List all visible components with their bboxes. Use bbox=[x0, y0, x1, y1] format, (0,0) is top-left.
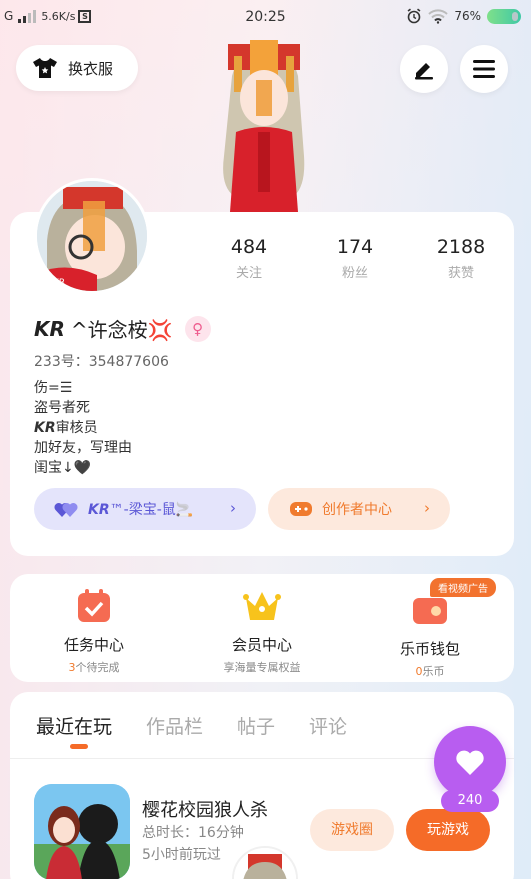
edit-profile-button[interactable] bbox=[400, 45, 448, 93]
game-thumbnail[interactable] bbox=[34, 784, 130, 879]
user-id[interactable]: 233号：354877606 bbox=[34, 351, 169, 371]
battery-icon bbox=[487, 8, 521, 24]
bio-line-5: 闺宝↓🖤 bbox=[34, 460, 92, 476]
crown-icon bbox=[243, 592, 281, 620]
services-card: 任务中心 3个待完成 会员中心 享海量专属权益 看视频广告 乐币钱包 0乐币 bbox=[10, 574, 514, 682]
team-prefix: KR bbox=[88, 502, 110, 518]
creator-center-label: 创作者中心 bbox=[322, 502, 392, 518]
task-center-entry[interactable]: 任务中心 3个待完成 bbox=[10, 574, 178, 682]
game-last-played: 5小时前玩过 bbox=[142, 847, 221, 863]
bio-line-3-prefix: KR bbox=[34, 420, 56, 436]
vip-center-entry[interactable]: 会员中心 享海量专属权益 bbox=[178, 574, 346, 682]
bio-line-1: 伤=☰ bbox=[34, 380, 73, 396]
bio-line-2: 盗号者死 bbox=[34, 400, 90, 416]
stat-likes-value: 2188 bbox=[436, 236, 486, 258]
stat-likes[interactable]: 2188 获赞 bbox=[408, 236, 514, 281]
female-gender-icon: ♀ bbox=[184, 315, 211, 342]
creator-center-button[interactable]: 创作者中心 › bbox=[268, 488, 450, 530]
wallet-sub: 乐币 bbox=[422, 665, 445, 678]
game-circle-button[interactable]: 游戏圈 bbox=[310, 809, 394, 851]
wallet-entry[interactable]: 看视频广告 乐币钱包 0乐币 bbox=[346, 574, 514, 682]
stat-followers[interactable]: 174 粉丝 bbox=[302, 236, 408, 281]
alarm-icon bbox=[407, 8, 421, 24]
team-name: ™-梁宝-鼠🚬 bbox=[109, 502, 194, 518]
task-center-sub: 个待完成 bbox=[75, 661, 120, 674]
stat-following-label: 关注 bbox=[235, 266, 262, 281]
team-badge-button[interactable]: KR™-梁宝-鼠🚬 › bbox=[34, 488, 256, 530]
username-text: ^许念桉💢 bbox=[70, 318, 173, 342]
tab-bar: 最近在玩 作品栏 帖子 评论 bbox=[36, 712, 347, 739]
vip-center-sub: 享海量专属权益 bbox=[223, 661, 301, 674]
username: KR ^许念桉💢 ♀ bbox=[34, 314, 211, 343]
gamepad-icon bbox=[290, 502, 312, 516]
tab-recent[interactable]: 最近在玩 bbox=[36, 712, 112, 739]
chevron-right-icon: › bbox=[424, 499, 430, 517]
menu-button[interactable] bbox=[460, 45, 508, 93]
battery-percent: 76% bbox=[454, 9, 481, 23]
tab-posts[interactable]: 帖子 bbox=[237, 712, 275, 739]
play-game-button[interactable]: 玩游戏 bbox=[406, 809, 490, 851]
task-center-count: 3 bbox=[68, 661, 76, 674]
username-prefix: KR bbox=[34, 316, 65, 341]
heart-icon bbox=[456, 750, 484, 775]
game-duration: 总时长：16分钟 bbox=[142, 825, 244, 841]
character-model bbox=[210, 36, 318, 216]
pencil-icon bbox=[415, 63, 433, 80]
bio: 伤=☰ 盗号者死 KR审核员 加好友，写理由 闺宝↓🖤 bbox=[34, 378, 132, 478]
stat-following[interactable]: 484 关注 bbox=[196, 236, 302, 281]
stat-likes-label: 获赞 bbox=[447, 266, 474, 281]
status-bar: G 5.6K/s S 20:25 76% bbox=[0, 0, 531, 34]
chevron-right-icon: › bbox=[230, 499, 236, 517]
stat-following-value: 484 bbox=[230, 236, 268, 258]
wifi-icon bbox=[428, 8, 449, 24]
like-count: 240 bbox=[441, 790, 499, 812]
wallet-count: 0 bbox=[415, 665, 423, 678]
wallet-title: 乐币钱包 bbox=[399, 640, 460, 658]
double-heart-icon bbox=[54, 502, 78, 517]
change-outfit-button[interactable]: 换衣服 bbox=[16, 45, 138, 91]
avatar[interactable]: KR bbox=[34, 178, 150, 294]
game-title[interactable]: 樱花校园狼人杀 bbox=[142, 796, 268, 822]
bio-line-3-text: 审核员 bbox=[55, 420, 98, 436]
game-meta: 总时长：16分钟 5小时前玩过 bbox=[142, 822, 244, 866]
bio-line-3: KR审核员 bbox=[34, 418, 132, 438]
active-tab-indicator bbox=[70, 744, 88, 749]
ad-badge: 看视频广告 bbox=[430, 578, 496, 597]
shirt-icon bbox=[33, 58, 57, 78]
profile-stats: 484 关注 174 粉丝 2188 获赞 bbox=[196, 236, 514, 281]
menu-icon bbox=[473, 60, 495, 78]
tab-works[interactable]: 作品栏 bbox=[146, 712, 203, 739]
tab-comments[interactable]: 评论 bbox=[309, 712, 347, 739]
task-center-title: 任务中心 bbox=[63, 636, 124, 654]
stat-followers-value: 174 bbox=[336, 236, 374, 258]
vip-center-title: 会员中心 bbox=[231, 636, 292, 654]
change-outfit-label: 换衣服 bbox=[68, 59, 114, 78]
like-button[interactable] bbox=[434, 726, 506, 798]
bio-line-4: 加好友，写理由 bbox=[34, 440, 132, 456]
stat-followers-label: 粉丝 bbox=[341, 266, 368, 281]
task-calendar-icon bbox=[78, 589, 110, 622]
